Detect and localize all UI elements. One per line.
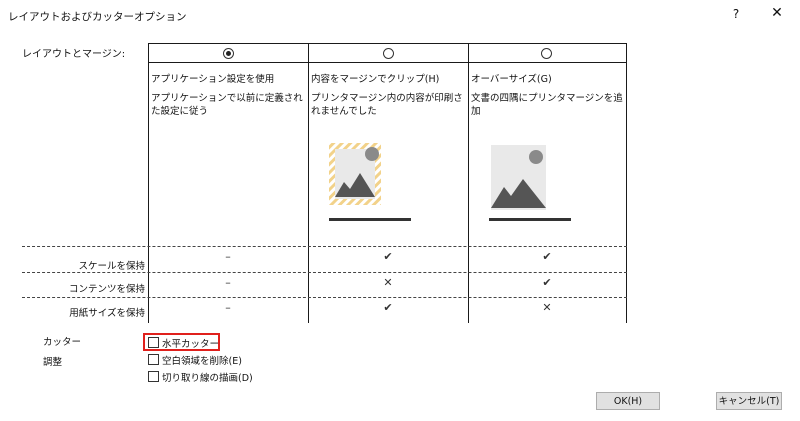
cell-keep-content-app: –	[225, 276, 231, 289]
adjust-label: 調整	[43, 357, 63, 368]
title-bar: レイアウトおよびカッターオプション ? ✕	[0, 0, 800, 32]
ok-button[interactable]: OK(H)	[596, 392, 660, 410]
row-label-keep-scale: スケールを保持	[78, 261, 145, 272]
draw-cut-lines-label[interactable]: 切り取り線の描画(D)	[162, 370, 253, 384]
image-clip-preview-icon	[329, 143, 411, 221]
table-col-border-3	[468, 43, 469, 323]
image-oversize-preview-icon	[489, 143, 571, 221]
help-button[interactable]: ?	[728, 7, 744, 21]
row-label-keep-content: コンテンツを保持	[68, 284, 145, 295]
table-top-border	[148, 43, 627, 44]
remove-blank-checkbox[interactable]	[148, 354, 159, 365]
option-application-settings-label: アプリケーション設定を使用	[151, 74, 275, 85]
window-title: レイアウトおよびカッターオプション	[8, 11, 187, 23]
cancel-button[interactable]: キャンセル(T)	[716, 392, 782, 410]
row-divider	[22, 246, 627, 247]
table-col-border-1	[148, 43, 149, 323]
option-clip-margin-label: 内容をマージンでクリップ(H)	[311, 74, 440, 85]
remove-blank-label[interactable]: 空白領域を削除(E)	[162, 353, 242, 367]
cell-keep-scale-clip: ✔	[383, 250, 393, 263]
radio-oversize[interactable]	[541, 48, 552, 59]
row-divider	[22, 272, 627, 273]
row-label-keep-paper-size: 用紙サイズを保持	[69, 308, 145, 319]
option-clip-margin-desc: プリンタマージン内の内容が印刷されませんでした	[311, 93, 463, 117]
cell-keep-paper-app: –	[225, 301, 231, 314]
cell-keep-scale-oversize: ✔	[542, 250, 552, 263]
cell-keep-content-oversize: ✔	[542, 276, 552, 289]
cell-keep-content-clip: ✕	[383, 276, 393, 289]
horizontal-cutter-checkbox[interactable]	[148, 337, 159, 348]
option-oversize-label: オーバーサイズ(G)	[471, 74, 552, 85]
horizontal-cutter-label[interactable]: 水平カッター	[162, 336, 219, 350]
close-button[interactable]: ✕	[767, 5, 787, 21]
table-header-divider	[148, 62, 627, 63]
cell-keep-paper-oversize: ✕	[542, 301, 552, 314]
cell-keep-scale-app: –	[225, 250, 231, 263]
draw-cut-lines-checkbox[interactable]	[148, 371, 159, 382]
cutter-label: カッター	[43, 337, 82, 348]
table-col-border-4	[626, 43, 627, 323]
radio-clip-margin[interactable]	[383, 48, 394, 59]
layout-margin-label: レイアウトとマージン:	[22, 49, 126, 60]
cell-keep-paper-clip: ✔	[383, 301, 393, 314]
row-divider	[22, 297, 627, 298]
option-application-settings-desc: アプリケーションで以前に定義された設定に従う	[151, 93, 303, 117]
radio-application-settings[interactable]	[223, 48, 234, 59]
option-oversize-desc: 文書の四隅にプリンタマージンを追加	[471, 93, 623, 117]
table-col-border-2	[308, 43, 309, 323]
